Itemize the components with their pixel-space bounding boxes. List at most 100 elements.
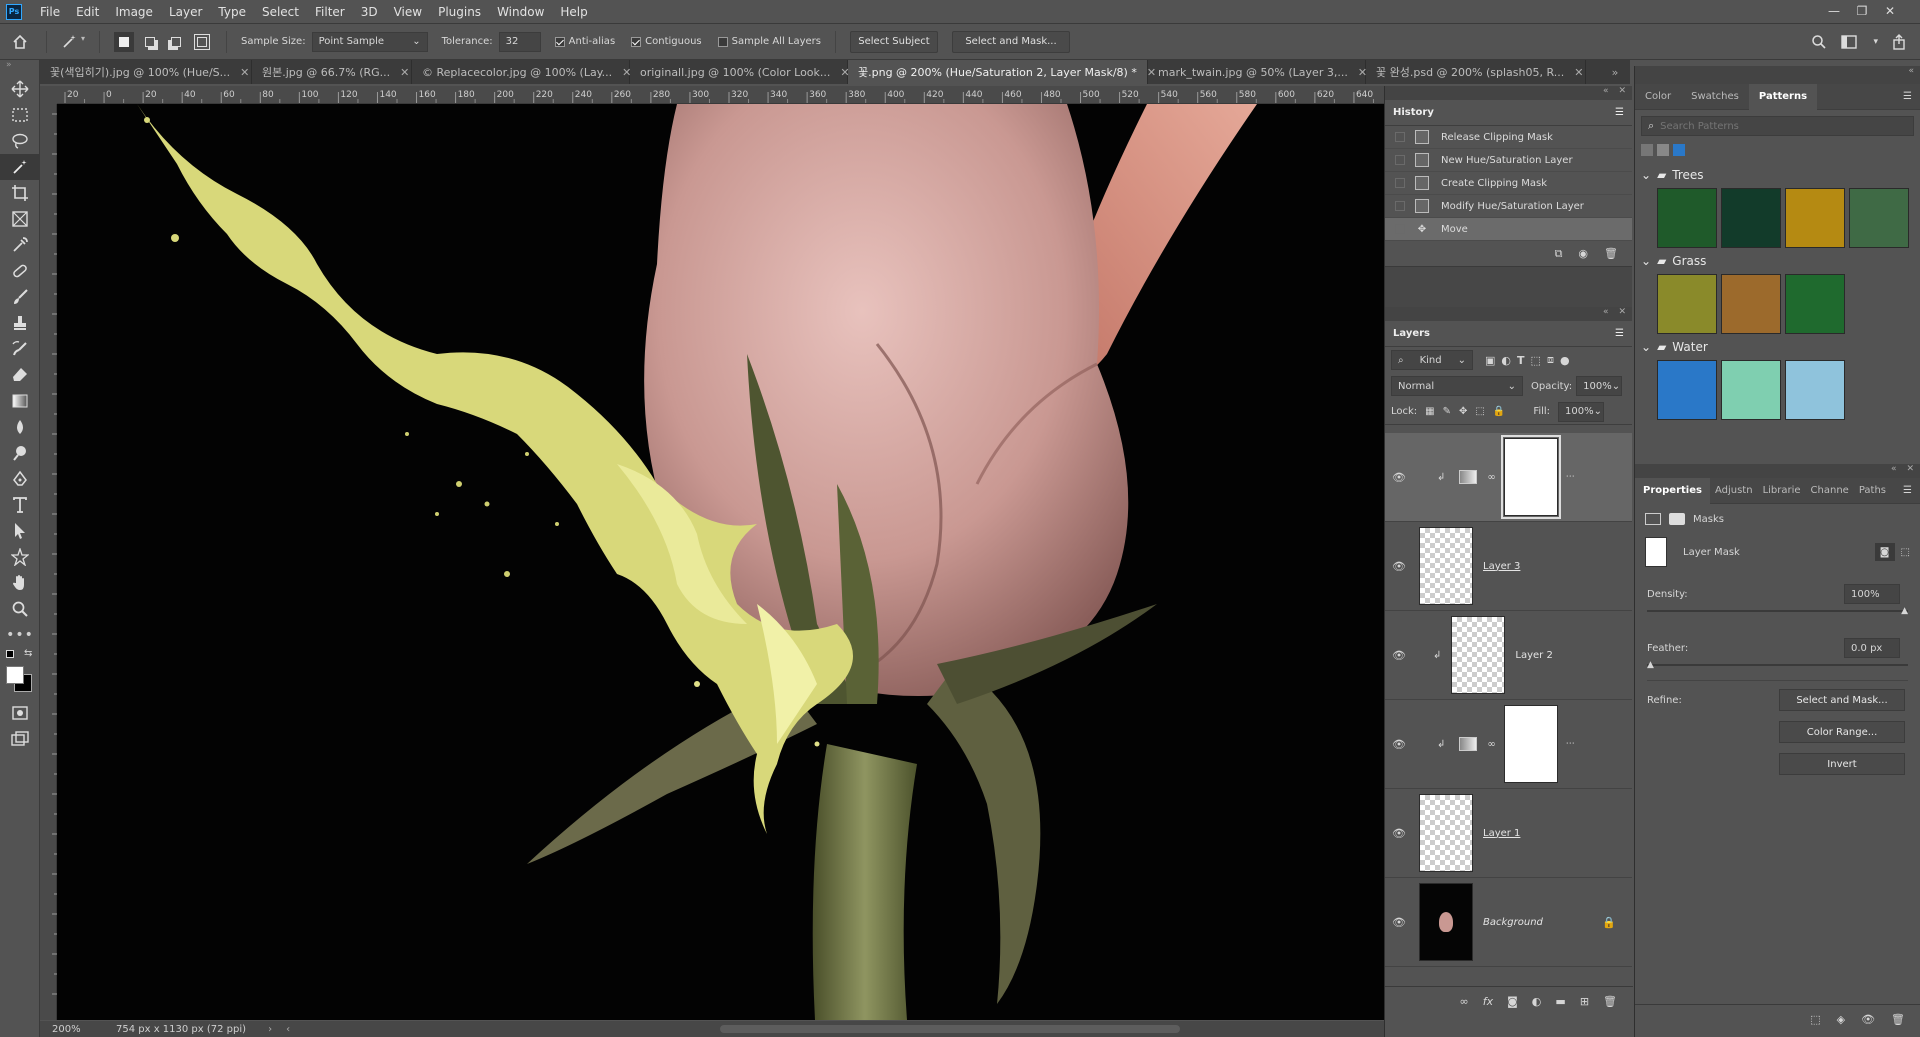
feather-input[interactable]: 0.0 px: [1844, 638, 1900, 658]
layer-row-layer-1[interactable]: 👁 Layer 1: [1385, 789, 1632, 878]
collapse-arrows-icon[interactable]: «: [1891, 464, 1897, 478]
adjustment-filter-icon[interactable]: ◐: [1501, 354, 1511, 367]
tabs-overflow-icon[interactable]: »: [1600, 60, 1630, 84]
tolerance-input[interactable]: 32: [498, 31, 541, 52]
density-input[interactable]: 100%: [1844, 584, 1900, 604]
pattern-group-grass[interactable]: ⌄ ▰ Grass: [1635, 248, 1920, 274]
adjustment-layer-icon[interactable]: ◐: [1532, 995, 1542, 1008]
menu-view[interactable]: View: [386, 0, 430, 24]
link-icon[interactable]: ∞: [1487, 472, 1495, 483]
close-icon[interactable]: ✕: [1574, 66, 1583, 79]
swap-colors-icon[interactable]: ⇆: [24, 648, 32, 659]
shape-filter-icon[interactable]: ⬚: [1531, 354, 1541, 367]
doc-tab[interactable]: originall.jpg @ 100% (Color Look... ✕: [630, 60, 850, 84]
layer-row-layer-3[interactable]: 👁 Layer 3: [1385, 522, 1632, 611]
blend-mode-dropdown[interactable]: Normal ⌄: [1391, 376, 1523, 396]
collapse-arrows-icon[interactable]: «: [1603, 86, 1609, 100]
more-icon[interactable]: ⋯: [1566, 472, 1575, 482]
tab-adjustments[interactable]: Adjustn: [1710, 485, 1758, 496]
trash-icon[interactable]: 🗑: [1604, 247, 1618, 260]
layer-row-layer-2[interactable]: 👁 ↲ Layer 2: [1385, 611, 1632, 700]
chevron-left-icon[interactable]: ‹: [286, 1024, 290, 1035]
chevron-right-icon[interactable]: ›: [268, 1024, 272, 1035]
layer-name[interactable]: Background: [1483, 917, 1543, 928]
intersect-selection-icon[interactable]: [192, 32, 212, 52]
menu-edit[interactable]: Edit: [68, 0, 107, 24]
horizontal-scrollbar[interactable]: [720, 1025, 1181, 1033]
collapse-arrows-icon[interactable]: «: [1603, 307, 1609, 321]
pattern-swatch[interactable]: [1849, 188, 1909, 248]
panel-menu-icon[interactable]: ☰: [1615, 107, 1624, 118]
clone-stamp-tool-icon[interactable]: [0, 310, 40, 336]
visibility-eye-icon[interactable]: 👁: [1385, 738, 1413, 751]
chevron-down-icon[interactable]: ▾: [1873, 37, 1878, 47]
more-tools-icon[interactable]: •••: [0, 622, 40, 648]
apply-mask-icon[interactable]: ◈: [1837, 1013, 1845, 1026]
pixel-mask-icon[interactable]: ◙: [1874, 543, 1895, 561]
invert-button[interactable]: Invert: [1779, 753, 1905, 775]
doc-tab-active[interactable]: 꽃.png @ 200% (Hue/Saturation 2, Layer Ma…: [848, 60, 1156, 84]
pixel-filter-icon[interactable]: ▣: [1485, 354, 1495, 367]
adjustment-properties-icon[interactable]: [1645, 513, 1661, 525]
doc-tab[interactable]: mark_twain.jpg @ 50% (Layer 3,... ✕: [1148, 60, 1367, 84]
workspace-icon[interactable]: [1841, 34, 1859, 49]
panel-menu-icon[interactable]: ☰: [1615, 328, 1624, 339]
color-range-button[interactable]: Color Range...: [1779, 721, 1905, 743]
magic-wand-tool-icon[interactable]: [0, 154, 40, 180]
close-icon[interactable]: ✕: [1618, 86, 1626, 100]
type-tool-icon[interactable]: [0, 492, 40, 518]
layer-filter-dropdown[interactable]: ⌕ Kind ⌄: [1391, 350, 1473, 370]
select-and-mask-button[interactable]: Select and Mask...: [1779, 689, 1905, 711]
layer-row-hue-saturation-1[interactable]: 👁 ↲ ∞ ⋯: [1385, 700, 1632, 789]
visibility-eye-icon[interactable]: 👁: [1385, 649, 1413, 662]
pattern-search-input[interactable]: [1660, 120, 1861, 132]
mask-properties-icon[interactable]: [1669, 513, 1685, 525]
default-colors-icon[interactable]: [6, 650, 14, 658]
menu-plugins[interactable]: Plugins: [430, 0, 489, 24]
smart-object-filter-icon[interactable]: ⧈: [1547, 353, 1554, 367]
magic-wand-tool-preset[interactable]: ▾: [53, 34, 93, 50]
menu-layer[interactable]: Layer: [161, 0, 210, 24]
layer-mask-thumbnail[interactable]: [1500, 435, 1561, 519]
list-view-icon[interactable]: [1673, 144, 1685, 156]
zoom-level[interactable]: 200%: [52, 1024, 112, 1035]
screen-mode-icon[interactable]: [0, 726, 40, 752]
load-selection-icon[interactable]: ⬚: [1810, 1013, 1820, 1026]
doc-tab[interactable]: © Replacecolor.jpg @ 100% (Lay... ✕: [412, 60, 631, 84]
path-selection-tool-icon[interactable]: [0, 518, 40, 544]
pattern-swatch[interactable]: [1657, 360, 1717, 420]
density-slider[interactable]: ▲: [1647, 606, 1908, 616]
subtract-selection-icon[interactable]: [166, 32, 186, 52]
snapshot-camera-icon[interactable]: ◉: [1578, 247, 1588, 260]
eraser-tool-icon[interactable]: [0, 362, 40, 388]
menu-select[interactable]: Select: [254, 0, 307, 24]
visibility-eye-icon[interactable]: 👁: [1385, 916, 1413, 929]
layer-name[interactable]: Layer 2: [1515, 650, 1552, 661]
lock-image-icon[interactable]: ✎: [1443, 406, 1451, 417]
lock-position-icon[interactable]: ✥: [1459, 406, 1467, 417]
menu-help[interactable]: Help: [552, 0, 595, 24]
collapse-arrows-icon[interactable]: »: [0, 60, 39, 76]
history-item[interactable]: Modify Hue/Saturation Layer: [1385, 195, 1632, 218]
shape-tool-icon[interactable]: [0, 544, 40, 570]
lock-all-icon[interactable]: 🔒: [1493, 406, 1505, 417]
panel-menu-icon[interactable]: ☰: [1903, 485, 1912, 496]
pattern-group-trees[interactable]: ⌄ ▰ Trees: [1635, 162, 1920, 188]
zoom-tool-icon[interactable]: [0, 596, 40, 622]
vector-mask-icon[interactable]: ⬚: [1901, 547, 1910, 558]
marquee-tool-icon[interactable]: [0, 102, 40, 128]
layers-tab[interactable]: Layers: [1393, 328, 1430, 339]
pen-tool-icon[interactable]: [0, 466, 40, 492]
minimize-icon[interactable]: —: [1820, 0, 1848, 24]
share-icon[interactable]: [1892, 33, 1906, 50]
close-icon[interactable]: ✕: [1618, 307, 1626, 321]
menu-filter[interactable]: Filter: [307, 0, 353, 24]
add-mask-icon[interactable]: ◙: [1507, 995, 1518, 1008]
pattern-group-water[interactable]: ⌄ ▰ Water: [1635, 334, 1920, 360]
tab-properties[interactable]: Properties: [1635, 477, 1710, 504]
menu-type[interactable]: Type: [210, 0, 254, 24]
blur-tool-icon[interactable]: [0, 414, 40, 440]
close-icon[interactable]: ✕: [1876, 0, 1904, 24]
layer-name[interactable]: Layer 1: [1483, 828, 1520, 839]
fill-input[interactable]: 100% ⌄: [1558, 401, 1605, 422]
